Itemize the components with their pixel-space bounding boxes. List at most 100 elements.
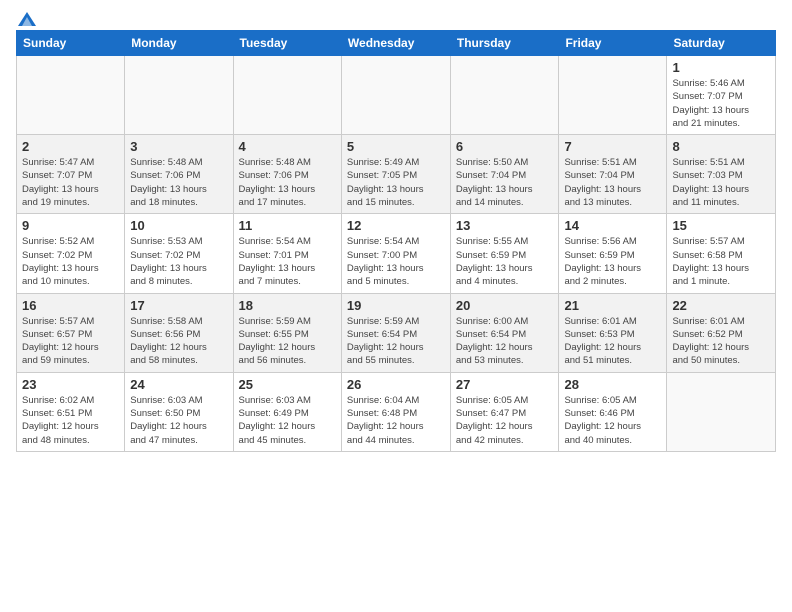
calendar-cell: 20 Sunrise: 6:00 AM Sunset: 6:54 PM Dayli… xyxy=(450,293,559,372)
calendar-week-5: 23 Sunrise: 6:02 AM Sunset: 6:51 PM Dayli… xyxy=(17,372,776,451)
day-number: 7 xyxy=(564,139,661,154)
day-number: 5 xyxy=(347,139,445,154)
day-number: 11 xyxy=(239,218,336,233)
day-number: 26 xyxy=(347,377,445,392)
day-number: 1 xyxy=(672,60,770,75)
day-info: Sunrise: 5:46 AM Sunset: 7:07 PM Dayligh… xyxy=(672,77,770,130)
day-info: Sunrise: 5:50 AM Sunset: 7:04 PM Dayligh… xyxy=(456,156,554,209)
day-number: 20 xyxy=(456,298,554,313)
day-info: Sunrise: 5:52 AM Sunset: 7:02 PM Dayligh… xyxy=(22,235,119,288)
day-number: 19 xyxy=(347,298,445,313)
day-number: 25 xyxy=(239,377,336,392)
calendar-cell: 22 Sunrise: 6:01 AM Sunset: 6:52 PM Dayli… xyxy=(667,293,776,372)
calendar-cell: 10 Sunrise: 5:53 AM Sunset: 7:02 PM Dayli… xyxy=(125,214,233,293)
weekday-header-wednesday: Wednesday xyxy=(341,31,450,56)
day-number: 8 xyxy=(672,139,770,154)
day-info: Sunrise: 5:48 AM Sunset: 7:06 PM Dayligh… xyxy=(130,156,227,209)
calendar-cell xyxy=(17,56,125,135)
calendar-cell: 8 Sunrise: 5:51 AM Sunset: 7:03 PM Daylig… xyxy=(667,135,776,214)
calendar-cell: 14 Sunrise: 5:56 AM Sunset: 6:59 PM Dayli… xyxy=(559,214,667,293)
weekday-header-monday: Monday xyxy=(125,31,233,56)
day-number: 14 xyxy=(564,218,661,233)
calendar-cell: 5 Sunrise: 5:49 AM Sunset: 7:05 PM Daylig… xyxy=(341,135,450,214)
calendar-cell: 9 Sunrise: 5:52 AM Sunset: 7:02 PM Daylig… xyxy=(17,214,125,293)
day-number: 6 xyxy=(456,139,554,154)
day-info: Sunrise: 5:51 AM Sunset: 7:03 PM Dayligh… xyxy=(672,156,770,209)
calendar-table: SundayMondayTuesdayWednesdayThursdayFrid… xyxy=(16,30,776,452)
day-number: 12 xyxy=(347,218,445,233)
day-info: Sunrise: 5:59 AM Sunset: 6:54 PM Dayligh… xyxy=(347,315,445,368)
calendar-cell: 12 Sunrise: 5:54 AM Sunset: 7:00 PM Dayli… xyxy=(341,214,450,293)
day-info: Sunrise: 6:04 AM Sunset: 6:48 PM Dayligh… xyxy=(347,394,445,447)
calendar-cell xyxy=(233,56,341,135)
day-number: 4 xyxy=(239,139,336,154)
day-info: Sunrise: 5:58 AM Sunset: 6:56 PM Dayligh… xyxy=(130,315,227,368)
calendar-week-1: 1 Sunrise: 5:46 AM Sunset: 7:07 PM Daylig… xyxy=(17,56,776,135)
day-info: Sunrise: 5:59 AM Sunset: 6:55 PM Dayligh… xyxy=(239,315,336,368)
calendar-cell: 15Sunrise: 5:57 AM Sunset: 6:58 PM Dayli… xyxy=(667,214,776,293)
calendar-cell: 26 Sunrise: 6:04 AM Sunset: 6:48 PM Dayli… xyxy=(341,372,450,451)
calendar-cell: 7Sunrise: 5:51 AM Sunset: 7:04 PM Daylig… xyxy=(559,135,667,214)
day-number: 2 xyxy=(22,139,119,154)
day-number: 16 xyxy=(22,298,119,313)
day-info: Sunrise: 5:55 AM Sunset: 6:59 PM Dayligh… xyxy=(456,235,554,288)
day-number: 13 xyxy=(456,218,554,233)
day-info: Sunrise: 6:01 AM Sunset: 6:52 PM Dayligh… xyxy=(672,315,770,368)
day-info: Sunrise: 6:05 AM Sunset: 6:47 PM Dayligh… xyxy=(456,394,554,447)
day-number: 24 xyxy=(130,377,227,392)
day-number: 18 xyxy=(239,298,336,313)
weekday-header-thursday: Thursday xyxy=(450,31,559,56)
day-number: 23 xyxy=(22,377,119,392)
logo xyxy=(16,16,36,22)
day-number: 17 xyxy=(130,298,227,313)
calendar-cell: 2 Sunrise: 5:47 AM Sunset: 7:07 PM Daylig… xyxy=(17,135,125,214)
day-info: Sunrise: 6:00 AM Sunset: 6:54 PM Dayligh… xyxy=(456,315,554,368)
calendar-cell: 16 Sunrise: 5:57 AM Sunset: 6:57 PM Dayli… xyxy=(17,293,125,372)
calendar-cell: 18 Sunrise: 5:59 AM Sunset: 6:55 PM Dayli… xyxy=(233,293,341,372)
calendar-cell: 1 Sunrise: 5:46 AM Sunset: 7:07 PM Daylig… xyxy=(667,56,776,135)
day-number: 28 xyxy=(564,377,661,392)
calendar-cell: 19 Sunrise: 5:59 AM Sunset: 6:54 PM Dayli… xyxy=(341,293,450,372)
weekday-header-friday: Friday xyxy=(559,31,667,56)
day-number: 3 xyxy=(130,139,227,154)
day-number: 21 xyxy=(564,298,661,313)
calendar-cell xyxy=(667,372,776,451)
calendar-cell: 27 Sunrise: 6:05 AM Sunset: 6:47 PM Dayli… xyxy=(450,372,559,451)
day-info: Sunrise: 5:49 AM Sunset: 7:05 PM Dayligh… xyxy=(347,156,445,209)
logo-icon xyxy=(18,12,36,26)
day-info: Sunrise: 5:57 AM Sunset: 6:57 PM Dayligh… xyxy=(22,315,119,368)
day-number: 15 xyxy=(672,218,770,233)
calendar-cell: 13 Sunrise: 5:55 AM Sunset: 6:59 PM Dayli… xyxy=(450,214,559,293)
day-info: Sunrise: 6:05 AM Sunset: 6:46 PM Dayligh… xyxy=(564,394,661,447)
day-number: 27 xyxy=(456,377,554,392)
calendar-cell: 4 Sunrise: 5:48 AM Sunset: 7:06 PM Daylig… xyxy=(233,135,341,214)
calendar-week-4: 16 Sunrise: 5:57 AM Sunset: 6:57 PM Dayli… xyxy=(17,293,776,372)
day-info: Sunrise: 6:02 AM Sunset: 6:51 PM Dayligh… xyxy=(22,394,119,447)
calendar-cell xyxy=(559,56,667,135)
weekday-header-row: SundayMondayTuesdayWednesdayThursdayFrid… xyxy=(17,31,776,56)
calendar-cell: 17 Sunrise: 5:58 AM Sunset: 6:56 PM Dayli… xyxy=(125,293,233,372)
calendar-cell: 11 Sunrise: 5:54 AM Sunset: 7:01 PM Dayli… xyxy=(233,214,341,293)
calendar-cell xyxy=(341,56,450,135)
calendar-cell: 24 Sunrise: 6:03 AM Sunset: 6:50 PM Dayli… xyxy=(125,372,233,451)
day-number: 10 xyxy=(130,218,227,233)
day-info: Sunrise: 6:03 AM Sunset: 6:50 PM Dayligh… xyxy=(130,394,227,447)
calendar-cell: 6 Sunrise: 5:50 AM Sunset: 7:04 PM Daylig… xyxy=(450,135,559,214)
calendar-cell: 28 Sunrise: 6:05 AM Sunset: 6:46 PM Dayli… xyxy=(559,372,667,451)
day-info: Sunrise: 5:54 AM Sunset: 7:01 PM Dayligh… xyxy=(239,235,336,288)
day-info: Sunrise: 5:54 AM Sunset: 7:00 PM Dayligh… xyxy=(347,235,445,288)
day-info: Sunrise: 5:53 AM Sunset: 7:02 PM Dayligh… xyxy=(130,235,227,288)
day-info: Sunrise: 6:01 AM Sunset: 6:53 PM Dayligh… xyxy=(564,315,661,368)
calendar-cell: 3 Sunrise: 5:48 AM Sunset: 7:06 PM Daylig… xyxy=(125,135,233,214)
day-info: Sunrise: 6:03 AM Sunset: 6:49 PM Dayligh… xyxy=(239,394,336,447)
page-header xyxy=(16,16,776,22)
weekday-header-saturday: Saturday xyxy=(667,31,776,56)
day-info: Sunrise: 5:47 AM Sunset: 7:07 PM Dayligh… xyxy=(22,156,119,209)
day-info: Sunrise: 5:56 AM Sunset: 6:59 PM Dayligh… xyxy=(564,235,661,288)
day-number: 9 xyxy=(22,218,119,233)
day-number: 22 xyxy=(672,298,770,313)
calendar-week-3: 9 Sunrise: 5:52 AM Sunset: 7:02 PM Daylig… xyxy=(17,214,776,293)
calendar-cell: 23 Sunrise: 6:02 AM Sunset: 6:51 PM Dayli… xyxy=(17,372,125,451)
day-info: Sunrise: 5:48 AM Sunset: 7:06 PM Dayligh… xyxy=(239,156,336,209)
calendar-week-2: 2 Sunrise: 5:47 AM Sunset: 7:07 PM Daylig… xyxy=(17,135,776,214)
